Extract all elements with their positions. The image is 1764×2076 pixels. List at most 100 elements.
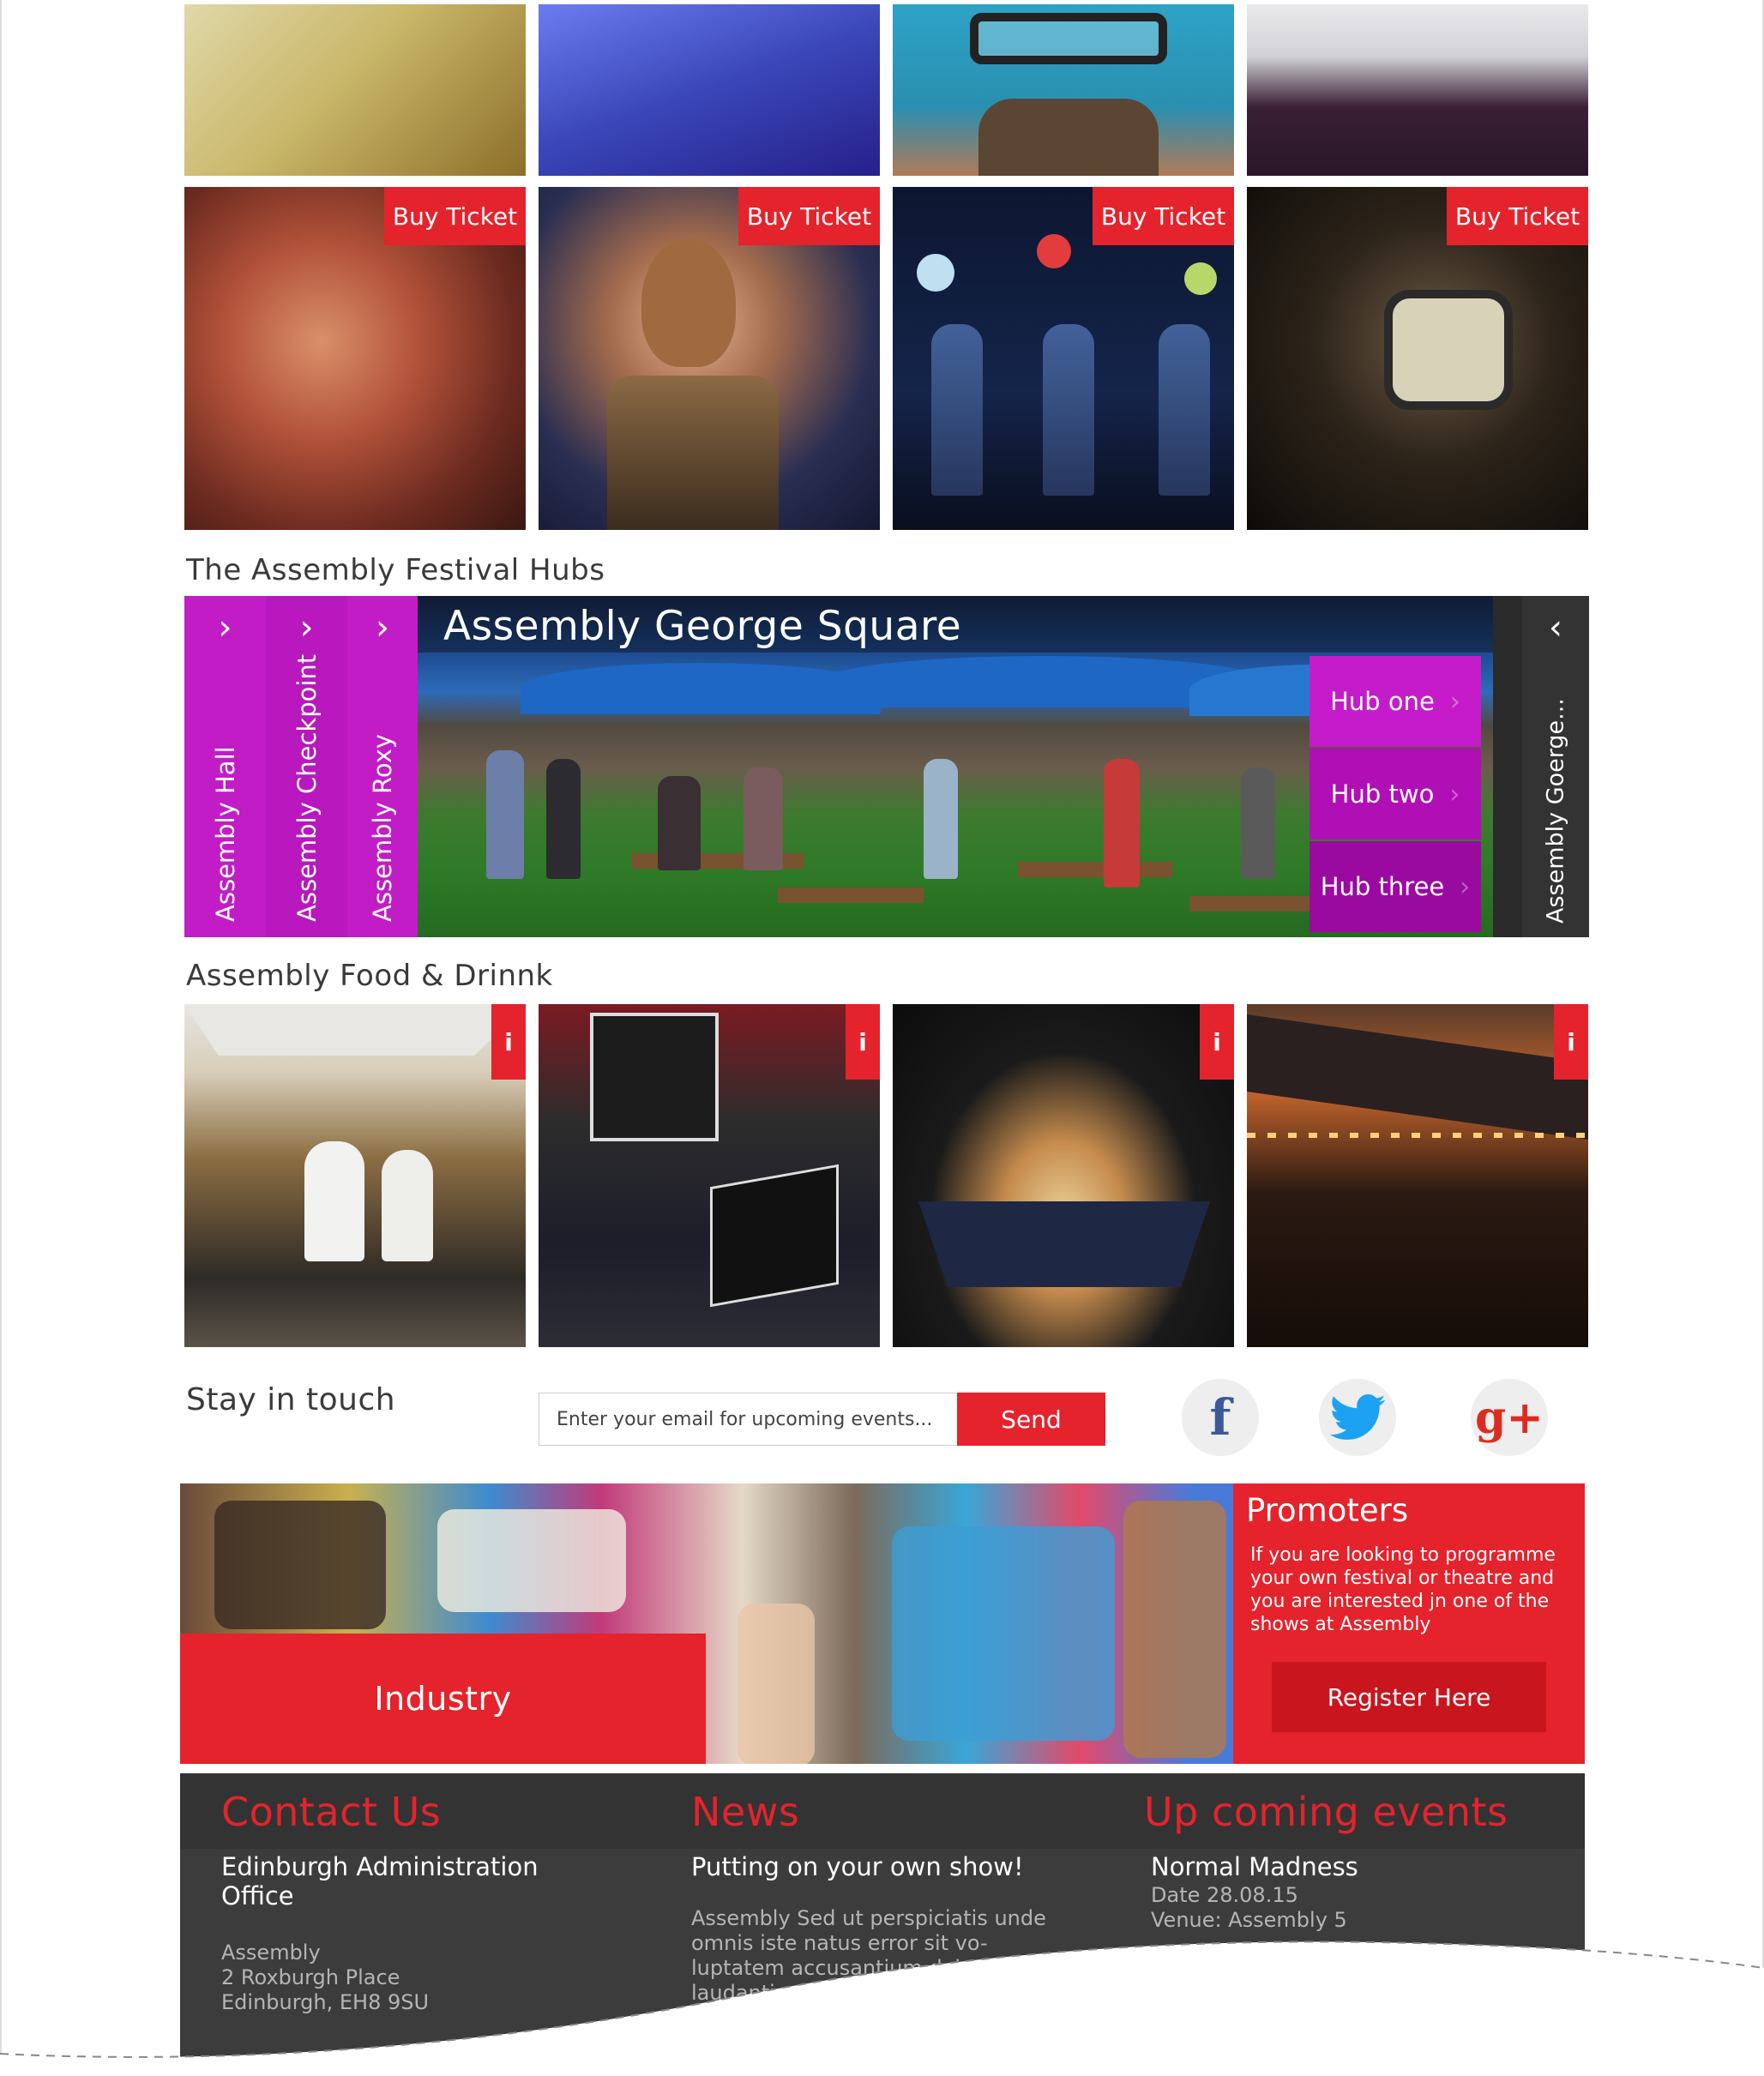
chevron-left-icon: ‹ — [1549, 608, 1562, 647]
singer-body — [607, 376, 779, 530]
chevron-right-icon: › — [1460, 871, 1471, 902]
juggling-ball — [1037, 234, 1071, 268]
festival-hubs-carousel: › Assembly Hall › Assembly Checkpoint › … — [184, 596, 1589, 937]
hub-button-label: Hub two — [1330, 779, 1435, 809]
newsletter-title: Stay in touch — [186, 1382, 396, 1417]
show-image[interactable] — [184, 4, 526, 176]
info-button[interactable]: i — [1554, 1004, 1588, 1080]
event-title[interactable]: Normal Madness — [1151, 1852, 1358, 1881]
rancher-banner — [590, 1013, 719, 1141]
food-card[interactable]: i — [539, 1004, 880, 1347]
chef-figure — [304, 1141, 364, 1261]
juggling-ball — [917, 254, 954, 292]
twitter-icon[interactable] — [1319, 1379, 1396, 1456]
graffiti-shape — [892, 1526, 1115, 1741]
promoters-panel: Promoters If you are looking to programm… — [1233, 1483, 1585, 1764]
send-button[interactable]: Send — [957, 1393, 1105, 1446]
industry-promoters-banner: Industry Promoters If you are looking to… — [180, 1483, 1585, 1764]
hub-three-button[interactable]: Hub three › — [1309, 841, 1481, 932]
event-date: Date 28.08.15 — [1151, 1883, 1298, 1907]
industry-link[interactable]: Industry — [180, 1634, 706, 1764]
food-section-title: Assembly Food & Drinnk — [186, 959, 553, 993]
performer-figure — [931, 324, 983, 496]
contact-heading: Contact Us — [221, 1789, 442, 1835]
graffiti-shape — [1123, 1501, 1226, 1758]
torn-page-edge — [0, 1941, 1764, 2076]
hub-button-label: Hub one — [1330, 687, 1435, 716]
drum-illustration — [1384, 290, 1513, 410]
graffiti-shape — [738, 1604, 815, 1764]
show-card[interactable]: Buy Ticket — [893, 187, 1234, 530]
show-card[interactable]: Buy Ticket — [184, 187, 526, 530]
show-image[interactable] — [893, 4, 1234, 176]
buy-ticket-button[interactable]: Buy Ticket — [1093, 187, 1234, 245]
grill-stock-sign — [710, 1164, 839, 1308]
food-card[interactable]: i — [893, 1004, 1234, 1347]
beard-illustration — [978, 99, 1159, 176]
promoters-text: If you are looking to programme your own… — [1250, 1544, 1556, 1635]
picnic-table — [1018, 862, 1172, 877]
twitter-bird-icon — [1329, 1394, 1386, 1440]
featured-shows-row — [184, 4, 1589, 176]
crowd-person — [486, 750, 524, 879]
news-heading: News — [691, 1789, 800, 1835]
crowd-person — [658, 776, 701, 870]
chevron-right-icon: › — [1449, 686, 1460, 717]
email-input[interactable] — [539, 1393, 957, 1446]
hubs-section-title: The Assembly Festival Hubs — [186, 553, 605, 587]
food-card[interactable]: i — [184, 1004, 526, 1347]
picnic-table — [778, 888, 924, 903]
food-grid: i i i i — [184, 1004, 1589, 1347]
graffiti-shape — [214, 1501, 386, 1629]
glasses-illustration — [970, 13, 1167, 64]
food-card[interactable]: i — [1247, 1004, 1588, 1347]
singer-head — [641, 238, 736, 367]
hub-one-button[interactable]: Hub one › — [1309, 656, 1481, 747]
crowd-person — [744, 767, 783, 870]
graffiti-shape — [437, 1509, 626, 1612]
hub-tab-label: Assembly Hall — [210, 746, 240, 922]
google-plus-icon[interactable]: g+ — [1471, 1379, 1548, 1456]
hub-tab-assembly-checkpoint[interactable]: › Assembly Checkpoint — [266, 596, 347, 937]
hub-title: Assembly George Square — [443, 603, 962, 650]
show-card[interactable]: Buy Ticket — [1247, 187, 1588, 530]
show-image[interactable] — [539, 4, 880, 176]
crowd-person — [924, 759, 958, 879]
register-button[interactable]: Register Here — [1272, 1662, 1546, 1732]
page-border-left — [0, 0, 2, 2076]
info-button[interactable]: i — [846, 1004, 880, 1080]
hub-tab-label: Assembly Checkpoint — [292, 653, 322, 922]
hub-two-button[interactable]: Hub two › — [1309, 749, 1481, 839]
show-card[interactable]: Buy Ticket — [539, 187, 880, 530]
juggling-ball — [1184, 262, 1217, 295]
hub-button-label: Hub three — [1320, 872, 1445, 901]
hub-side-label: Assembly Goerge... — [1542, 698, 1569, 924]
hub-tab-label: Assembly Roxy — [368, 733, 397, 922]
crowd-person — [1104, 759, 1140, 888]
info-button[interactable]: i — [491, 1004, 526, 1080]
hub-side-collapse[interactable]: ‹ Assembly Goerge... — [1522, 596, 1589, 937]
chevron-right-icon: › — [218, 608, 232, 647]
chef-figure — [382, 1150, 433, 1261]
hub-menu: Hub one › Hub two › Hub three › — [1309, 656, 1481, 934]
performer-figure — [1159, 324, 1210, 496]
hub-tab-assembly-hall[interactable]: › Assembly Hall — [184, 596, 266, 937]
events-heading: Up coming events — [1144, 1789, 1508, 1835]
chevron-right-icon: › — [299, 608, 314, 647]
stall-sign — [1247, 1014, 1588, 1140]
news-headline[interactable]: Putting on your own show! — [691, 1852, 1024, 1881]
buy-ticket-button[interactable]: Buy Ticket — [384, 187, 526, 245]
string-lights — [1247, 1133, 1588, 1138]
chevron-right-icon: › — [1449, 779, 1460, 809]
crowd-person — [546, 759, 581, 879]
performer-figure — [1043, 324, 1094, 496]
chevron-right-icon: › — [376, 608, 389, 647]
facebook-icon[interactable]: f — [1182, 1379, 1259, 1456]
buy-ticket-button[interactable]: Buy Ticket — [738, 187, 880, 245]
tent-canopy — [184, 1004, 526, 1056]
food-tray — [918, 1201, 1210, 1287]
hub-tab-assembly-roxy[interactable]: › Assembly Roxy — [347, 596, 418, 937]
show-image[interactable] — [1247, 4, 1588, 176]
info-button[interactable]: i — [1200, 1004, 1234, 1080]
buy-ticket-button[interactable]: Buy Ticket — [1447, 187, 1588, 245]
